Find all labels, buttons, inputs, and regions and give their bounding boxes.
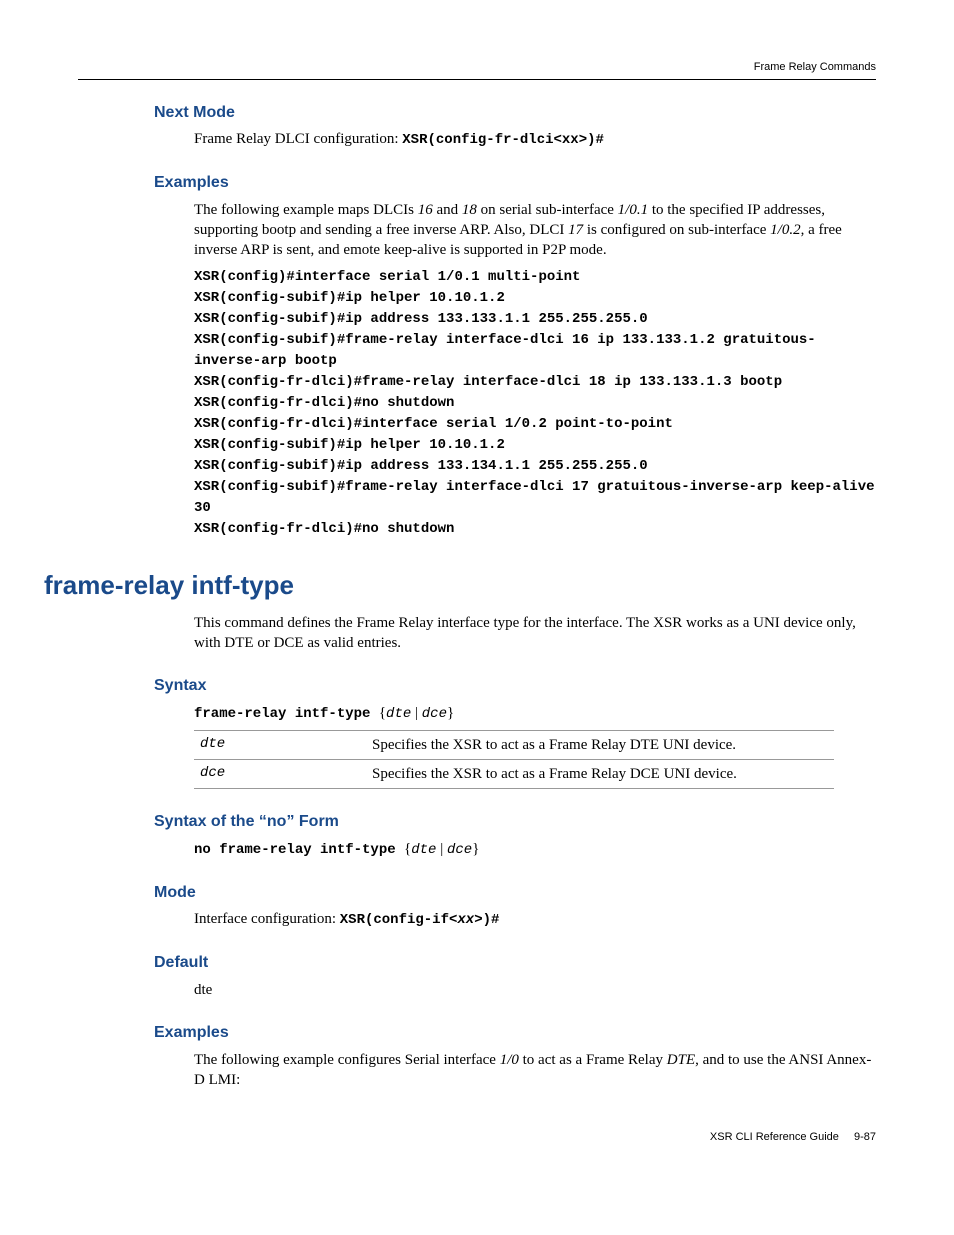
no-brace-close: } [472, 841, 479, 857]
heading-default: Default [154, 952, 876, 974]
heading-next-mode: Next Mode [154, 102, 876, 124]
page-footer: XSR CLI Reference Guide 9-87 [78, 1130, 876, 1145]
default-text: dte [194, 980, 876, 1000]
syntax-cmd: frame-relay intf-type [194, 706, 379, 722]
syntax-desc-cell: Specifies the XSR to act as a Frame Rela… [366, 730, 834, 759]
footer-guide: XSR CLI Reference Guide [710, 1131, 839, 1143]
mode-text-content: Interface configuration: [194, 911, 340, 927]
command-heading: frame-relay intf-type [44, 568, 876, 603]
syntax-brace-close: } [447, 705, 454, 721]
heading-no-form: Syntax of the “no” Form [154, 811, 876, 833]
heading-syntax: Syntax [154, 675, 876, 697]
no-form-line: no frame-relay intf-type {dte | dce} [194, 839, 876, 860]
table-row: dce Specifies the XSR to act as a Frame … [194, 760, 834, 789]
syntax-brace-open: { [379, 705, 386, 721]
mode-code-pre: XSR(config-if< [340, 912, 458, 928]
heading-examples-2: Examples [154, 1022, 876, 1044]
mode-code-post: >)# [474, 912, 499, 928]
no-opt-dce: dce [447, 842, 472, 858]
syntax-desc-cell: Specifies the XSR to act as a Frame Rela… [366, 760, 834, 789]
syntax-line: frame-relay intf-type {dte | dce} [194, 703, 876, 724]
footer-page-number: 9-87 [854, 1131, 876, 1143]
syntax-opt-cell: dte [194, 730, 366, 759]
heading-examples-1: Examples [154, 172, 876, 194]
command-intro: This command defines the Frame Relay int… [194, 613, 876, 654]
nextmode-text-content: Frame Relay DLCI configuration: [194, 131, 402, 147]
syntax-table: dte Specifies the XSR to act as a Frame … [194, 730, 834, 790]
syntax-opt-dce: dce [422, 706, 447, 722]
syntax-pipe: | [411, 705, 422, 721]
table-row: dte Specifies the XSR to act as a Frame … [194, 730, 834, 759]
syntax-opt-dte: dte [386, 706, 411, 722]
mode-text: Interface configuration: XSR(config-if<x… [194, 909, 876, 930]
nextmode-text: Frame Relay DLCI configuration: XSR(conf… [194, 129, 876, 150]
no-opt-dte: dte [411, 842, 436, 858]
syntax-opt-cell: dce [194, 760, 366, 789]
examples1-code: XSR(config)#interface serial 1/0.1 multi… [194, 267, 876, 540]
heading-mode: Mode [154, 882, 876, 904]
examples1-intro: The following example maps DLCIs 16 and … [194, 200, 876, 261]
no-pipe: | [436, 841, 447, 857]
examples2-text: The following example configures Serial … [194, 1050, 876, 1091]
nextmode-code: XSR(config-fr-dlci<xx>)# [402, 132, 604, 148]
page-running-header: Frame Relay Commands [78, 60, 876, 75]
no-cmd: no frame-relay intf-type [194, 842, 404, 858]
header-rule [78, 79, 876, 80]
mode-code-var: xx [457, 912, 474, 928]
